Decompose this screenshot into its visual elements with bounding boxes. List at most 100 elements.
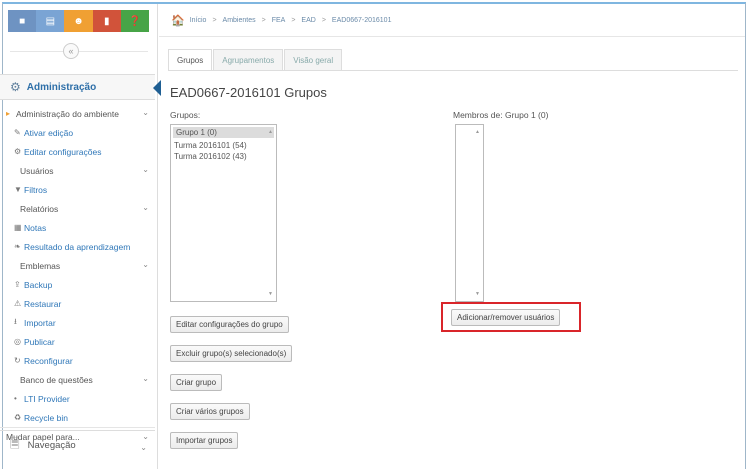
calendar-icon[interactable]: ▤ (36, 10, 65, 32)
chevron-down-icon: ⌄ (142, 108, 149, 117)
upload-icon: ⇪ (14, 280, 21, 289)
sidebar-item[interactable]: ↻ Reconfigurar (0, 351, 155, 370)
import-groups-button[interactable]: Importar grupos (170, 432, 239, 449)
sidebar-item[interactable]: ⚙ Editar configurações (0, 142, 155, 161)
sidebar-item[interactable]: Relatórios ⌄ (0, 199, 155, 218)
page-title: EAD0667-2016101 Grupos (170, 85, 327, 100)
edit-group-button[interactable]: Editar configurações do grupo (170, 316, 289, 333)
filter-icon: ▼ (14, 185, 22, 194)
sidebar-item[interactable]: ♻ Recycle bin (0, 408, 155, 427)
scroll-down-icon: ▼ (475, 291, 480, 297)
sidebar-item-label: Relatórios (20, 203, 59, 214)
sidebar-item[interactable]: ⇪ Backup (0, 275, 155, 294)
gears-icon: ⚙ (10, 80, 21, 94)
divider (159, 36, 745, 37)
members-listbox[interactable]: ▲ ▼ (455, 124, 484, 302)
tab-groups[interactable]: Grupos (168, 49, 213, 71)
scrollbar[interactable]: ▲ ▼ (266, 125, 276, 301)
sidebar-item[interactable]: ▦ Notas (0, 218, 155, 237)
sidebar-item-label: Notas (24, 222, 47, 233)
sidebar-item[interactable]: ❧ Resultado da aprendizagem (0, 237, 155, 256)
add-remove-users-button[interactable]: Adicionar/remover usuários (451, 309, 561, 326)
document-icon: 🗏 (10, 437, 20, 451)
sidebar-item[interactable]: ⭳ Importar (0, 313, 155, 332)
chevron-down-icon: ⌄ (142, 203, 149, 212)
sidebar-item-label: Resultado da aprendizagem (24, 241, 131, 252)
breadcrumb-separator-icon: > (212, 16, 217, 24)
gear-icon: ⚙ (14, 147, 22, 156)
sidebar-item-label: Reconfigurar (24, 355, 73, 366)
bookmark-icon[interactable]: ▮ (92, 10, 121, 32)
dot-icon: • (14, 394, 17, 403)
tab-strip: Grupos Agrupamentos Visão geral (168, 49, 343, 71)
tab-groupings[interactable]: Agrupamentos (213, 49, 284, 71)
caret-icon: ▸ (6, 109, 11, 118)
chevron-down-icon: ⌄ (142, 165, 149, 174)
sidebar-item-label: Banco de questões (20, 374, 93, 385)
scrollbar[interactable]: ▲ ▼ (473, 125, 483, 301)
sidebar-item-label: Emblemas (20, 260, 61, 271)
breadcrumb-separator-icon: > (261, 16, 266, 24)
home-icon[interactable]: 🏠 (171, 14, 185, 27)
warning-icon: ⚠ (14, 299, 22, 308)
home-icon[interactable]: ■ (8, 10, 37, 32)
create-group-button[interactable]: Criar grupo (170, 374, 223, 391)
create-many-groups-button[interactable]: Criar vários grupos (170, 403, 250, 420)
groups-listbox[interactable]: Grupo 1 (0) Turma 2016101 (54) Turma 20161… (170, 124, 277, 302)
admin-menu: ▸ Administração do ambiente ⌄ ✎ Ativar ediçã… (0, 104, 155, 446)
breadcrumb-link[interactable]: Início (190, 17, 207, 24)
sidebar-item[interactable]: • LTI Provider (0, 389, 155, 408)
breadcrumb-link[interactable]: EAD (301, 17, 315, 24)
import-icon: ⭳ (14, 316, 17, 326)
delete-groups-button[interactable]: Excluir grupo(s) selecionado(s) (170, 345, 293, 362)
navigation-label: Navegação (27, 440, 76, 451)
grid-icon: ▦ (14, 223, 22, 232)
sidebar-item[interactable]: ◎ Publicar (0, 332, 155, 351)
tab-overview[interactable]: Visão geral (284, 49, 343, 71)
chevron-down-icon: ⌄ (142, 260, 149, 269)
sidebar-toolbar: ■ ▤ ☻ ▮ ❓ (8, 10, 150, 32)
scroll-up-icon: ▲ (475, 129, 480, 135)
scroll-up-icon: ▲ (268, 129, 273, 135)
sidebar-item[interactable]: ⚠ Restaurar (0, 294, 155, 313)
chevron-down-icon: ⌄ (142, 374, 149, 383)
sidebar-item[interactable]: Usuários ⌄ (0, 161, 155, 180)
globe-icon: ◎ (14, 337, 21, 346)
sidebar-item[interactable]: Emblemas ⌄ (0, 256, 155, 275)
breadcrumb-link[interactable]: Ambientes (223, 17, 256, 24)
breadcrumb-separator-icon: > (291, 16, 296, 24)
sidebar-item-label: Publicar (24, 336, 55, 347)
divider (168, 70, 738, 71)
admin-title: Administração (26, 81, 97, 93)
group-option[interactable]: Grupo 1 (0) (173, 127, 274, 138)
scroll-down-icon: ▼ (268, 291, 273, 297)
sidebar-item[interactable]: Banco de questões ⌄ (0, 370, 155, 389)
help-icon[interactable]: ❓ (120, 10, 150, 32)
members-label: Membros de: Grupo 1 (0) (453, 110, 549, 120)
groups-label: Grupos: (170, 110, 201, 120)
sidebar-item[interactable]: ▼ Filtros (0, 180, 155, 199)
sidebar-item-label: LTI Provider (24, 393, 70, 404)
sidebar-item[interactable]: ▸ Administração do ambiente ⌄ (0, 104, 155, 123)
group-option[interactable]: Turma 2016102 (43) (171, 151, 276, 162)
breadcrumb-link[interactable]: EAD0667-2016101 (332, 17, 392, 24)
people-icon[interactable]: ☻ (64, 10, 93, 32)
sidebar-item-label: Usuários (20, 165, 54, 176)
sidebar-item-label: Administração do ambiente (16, 108, 120, 119)
collapse-sidebar-button[interactable]: « (63, 43, 79, 59)
group-option[interactable]: Turma 2016101 (54) (171, 140, 276, 151)
sidebar-item-label: Restaurar (24, 298, 62, 309)
refresh-icon: ↻ (14, 356, 21, 365)
sidebar-item-label: Filtros (24, 184, 48, 195)
admin-block-header[interactable]: ⚙ Administração (0, 74, 161, 100)
pencil-icon: ✎ (14, 128, 21, 137)
divider (10, 51, 148, 52)
sidebar-item-label: Ativar edição (24, 127, 74, 138)
navigation-block[interactable]: 🗏 Navegação ⌄ (0, 430, 155, 460)
active-pointer-icon (153, 80, 161, 96)
chevron-down-icon: ⌄ (140, 443, 147, 452)
breadcrumb: 🏠 Início > Ambientes > FEA > EAD > EAD0667-20161… (159, 8, 745, 32)
sidebar-item-label: Importar (24, 317, 56, 328)
sidebar-item[interactable]: ✎ Ativar edição (0, 123, 155, 142)
breadcrumb-link[interactable]: FEA (272, 17, 286, 24)
